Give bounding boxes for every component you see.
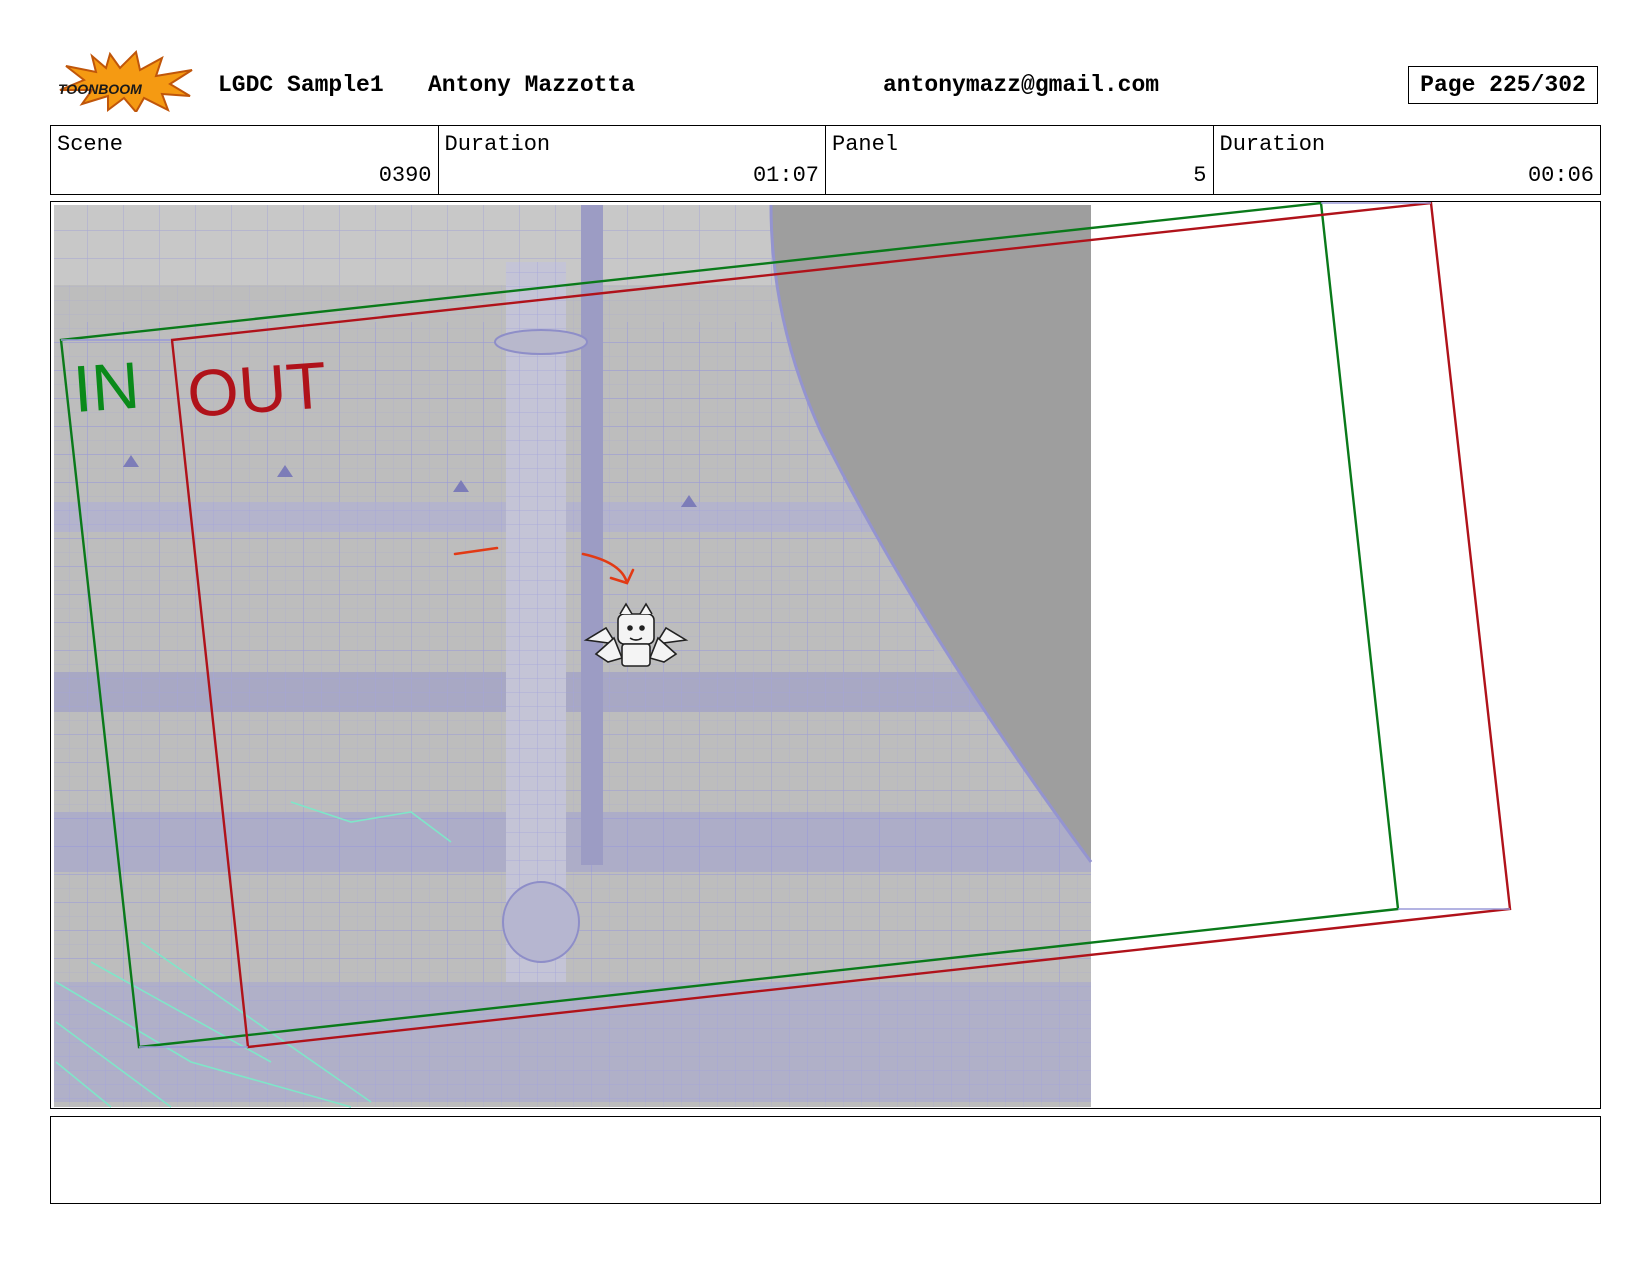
panel-artwork: IN OUT (54, 202, 1512, 1108)
panel-cell: Panel 5 (826, 126, 1214, 194)
scene-duration-value: 01:07 (752, 163, 819, 188)
author-name: Antony Mazzotta (428, 72, 636, 98)
scene-duration-label: Duration (444, 132, 551, 157)
page-number: Page 225/302 (1408, 66, 1598, 104)
scene-duration-cell: Duration 01:07 (439, 126, 826, 194)
shot-info-table: Scene 0390 Duration 01:07 Panel 5 Durati… (50, 125, 1601, 195)
panel-duration-cell: Duration 00:06 (1214, 126, 1601, 194)
panel-duration-label: Duration (1219, 132, 1326, 157)
toonboom-logo: TOONBOOM (52, 50, 198, 114)
logo-text: TOONBOOM (58, 81, 142, 97)
panel-notes (50, 1116, 1601, 1204)
panel-value: 5 (1193, 163, 1207, 188)
scene-cell: Scene 0390 (51, 126, 439, 194)
panel-duration-value: 00:06 (1527, 163, 1594, 188)
in-label: IN (71, 348, 142, 426)
out-label: OUT (185, 347, 329, 431)
project-title: LGDC Sample1 (218, 72, 384, 98)
panel-label: Panel (832, 132, 899, 157)
storyboard-panel: IN OUT (50, 201, 1601, 1109)
scene-label: Scene (57, 132, 124, 157)
author-email: antonymazz@gmail.com (883, 72, 1160, 98)
scene-value: 0390 (378, 163, 432, 188)
